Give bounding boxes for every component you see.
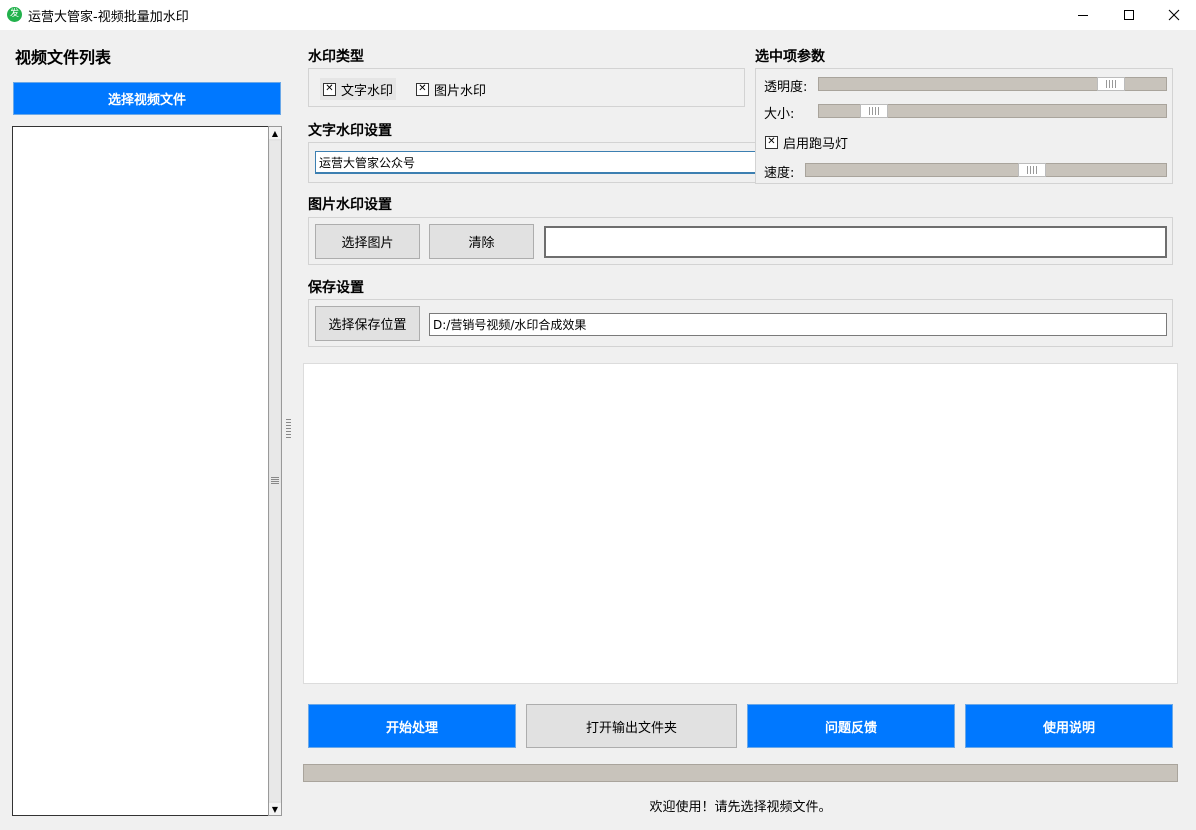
marquee-checkbox[interactable]: ✕ 启用跑马灯 xyxy=(765,133,848,152)
scroll-thumb[interactable] xyxy=(270,141,280,801)
watermark-type-heading: 水印类型 xyxy=(308,49,364,65)
image-watermark-checkbox[interactable]: ✕ 图片水印 xyxy=(416,78,486,100)
text-watermark-checkbox[interactable]: ✕ 文字水印 xyxy=(320,78,397,100)
selected-params-group: 透明度: 大小: ✕ 启用跑马灯 速度: xyxy=(755,68,1173,184)
feedback-button[interactable]: 问题反馈 xyxy=(747,704,955,748)
image-watermark-heading: 图片水印设置 xyxy=(308,197,392,213)
maximize-button[interactable] xyxy=(1106,0,1152,30)
minimize-button[interactable] xyxy=(1060,0,1106,30)
splitter-grip-icon xyxy=(286,418,291,438)
text-watermark-group: 运营大管家公众号 xyxy=(308,142,759,183)
marquee-label: 启用跑马灯 xyxy=(783,137,849,152)
minimize-icon xyxy=(1078,15,1088,16)
save-settings-group: 选择保存位置 D:/营销号视频/水印合成效果 xyxy=(308,299,1173,347)
watermark-text-input[interactable]: 运营大管家公众号 xyxy=(315,151,759,174)
watermark-type-group: ✕ 文字水印 ✕ 图片水印 xyxy=(308,68,745,107)
scroll-down-arrow-icon[interactable]: ▼ xyxy=(269,803,281,815)
speed-label: 速度: xyxy=(764,166,795,181)
save-settings-heading: 保存设置 xyxy=(308,280,364,296)
size-label: 大小: xyxy=(764,107,795,122)
preview-area xyxy=(303,363,1178,684)
clear-image-button[interactable]: 清除 xyxy=(429,224,534,259)
opacity-label: 透明度: xyxy=(764,80,808,95)
video-list-title: 视频文件列表 xyxy=(15,48,112,67)
image-watermark-group: 选择图片 清除 xyxy=(308,217,1173,265)
select-video-button[interactable]: 选择视频文件 xyxy=(13,82,281,115)
opacity-slider[interactable] xyxy=(818,77,1167,91)
file-list-scrollbar[interactable]: ▲ ▼ xyxy=(268,126,282,816)
grip-icon xyxy=(1027,166,1037,174)
close-button[interactable] xyxy=(1151,0,1196,30)
text-watermark-heading: 文字水印设置 xyxy=(308,123,392,139)
select-save-location-button[interactable]: 选择保存位置 xyxy=(315,306,420,341)
size-slider[interactable] xyxy=(818,104,1167,118)
checkbox-checked-icon: ✕ xyxy=(416,82,429,96)
start-processing-button[interactable]: 开始处理 xyxy=(308,704,516,748)
selected-params-heading: 选中项参数 xyxy=(755,49,825,65)
title-bar: 发 运营大管家-视频批量加水印 xyxy=(0,0,1196,30)
open-output-folder-button[interactable]: 打开输出文件夹 xyxy=(526,704,737,748)
scroll-up-arrow-icon[interactable]: ▲ xyxy=(269,127,281,139)
video-file-list[interactable] xyxy=(12,126,269,816)
checkbox-checked-icon: ✕ xyxy=(323,82,336,96)
grip-icon xyxy=(1106,80,1116,88)
maximize-icon xyxy=(1124,10,1134,20)
progress-bar xyxy=(303,764,1178,782)
select-image-button[interactable]: 选择图片 xyxy=(315,224,420,259)
app-icon: 发 xyxy=(7,7,22,22)
close-icon xyxy=(1168,9,1180,21)
image-watermark-label: 图片水印 xyxy=(434,83,487,99)
status-text: 欢迎使用！请先选择视频文件。 xyxy=(649,800,832,815)
grip-icon xyxy=(869,107,879,115)
speed-slider-thumb[interactable] xyxy=(1018,163,1046,177)
text-watermark-label: 文字水印 xyxy=(341,83,394,99)
checkbox-checked-icon: ✕ xyxy=(765,136,778,149)
save-path-input[interactable]: D:/营销号视频/水印合成效果 xyxy=(429,313,1167,336)
size-slider-thumb[interactable] xyxy=(860,104,888,118)
opacity-slider-thumb[interactable] xyxy=(1097,77,1125,91)
scroll-grip-icon xyxy=(271,476,279,484)
image-path-input[interactable] xyxy=(544,226,1167,258)
panel-splitter[interactable] xyxy=(286,418,291,438)
speed-slider[interactable] xyxy=(805,163,1167,177)
window-title: 运营大管家-视频批量加水印 xyxy=(28,10,189,25)
help-button[interactable]: 使用说明 xyxy=(965,704,1173,748)
